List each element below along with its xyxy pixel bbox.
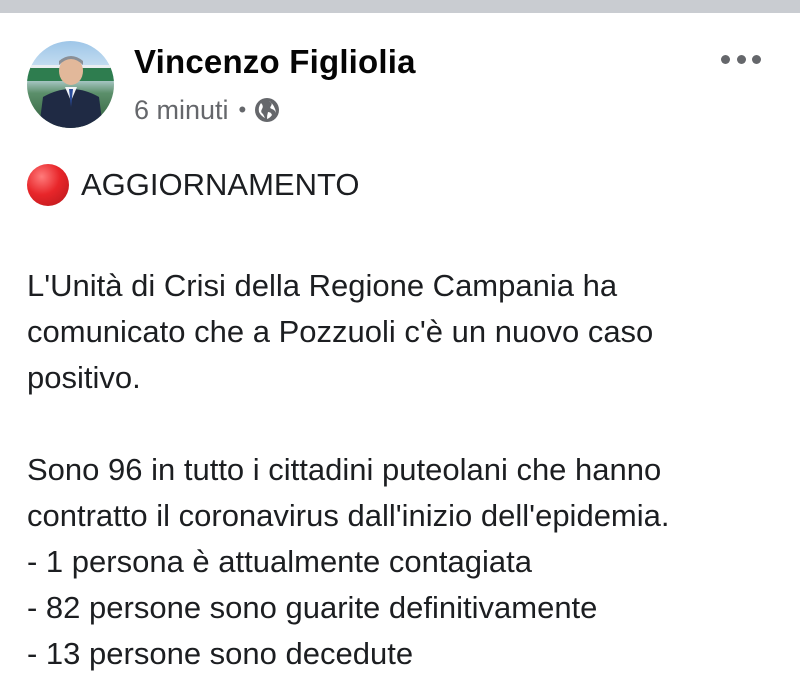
body-line: positivo. <box>27 360 141 395</box>
author-name[interactable]: Vincenzo Figliolia <box>134 43 416 81</box>
post-time[interactable]: 6 minuti <box>134 95 229 126</box>
body-line: - 82 persone sono guarite definitivament… <box>27 590 598 625</box>
post-card: Vincenzo Figliolia 6 minuti • AGGIORNAME… <box>0 13 800 684</box>
body-line: contratto il coronavirus dall'inizio del… <box>27 498 670 533</box>
red-circle-icon <box>27 164 69 206</box>
body-line: L'Unità di Crisi della Regione Campania … <box>27 268 618 303</box>
top-separator <box>0 0 800 13</box>
post-meta: 6 minuti • <box>134 93 280 127</box>
globe-icon[interactable] <box>254 97 280 123</box>
body-line: - 1 persona è attualmente contagiata <box>27 544 532 579</box>
body-line: - 13 persone sono decedute <box>27 636 414 671</box>
body-line: Sono 96 in tutto i cittadini puteolani c… <box>27 452 662 487</box>
more-options-icon[interactable] <box>721 49 761 69</box>
headline-text: AGGIORNAMENTO <box>81 167 360 202</box>
meta-separator: • <box>238 97 247 122</box>
avatar[interactable] <box>27 41 114 128</box>
post-headline: AGGIORNAMENTO <box>27 163 359 207</box>
post-body: L'Unità di Crisi della Regione Campania … <box>27 263 787 677</box>
body-line: comunicato che a Pozzuoli c'è un nuovo c… <box>27 314 654 349</box>
